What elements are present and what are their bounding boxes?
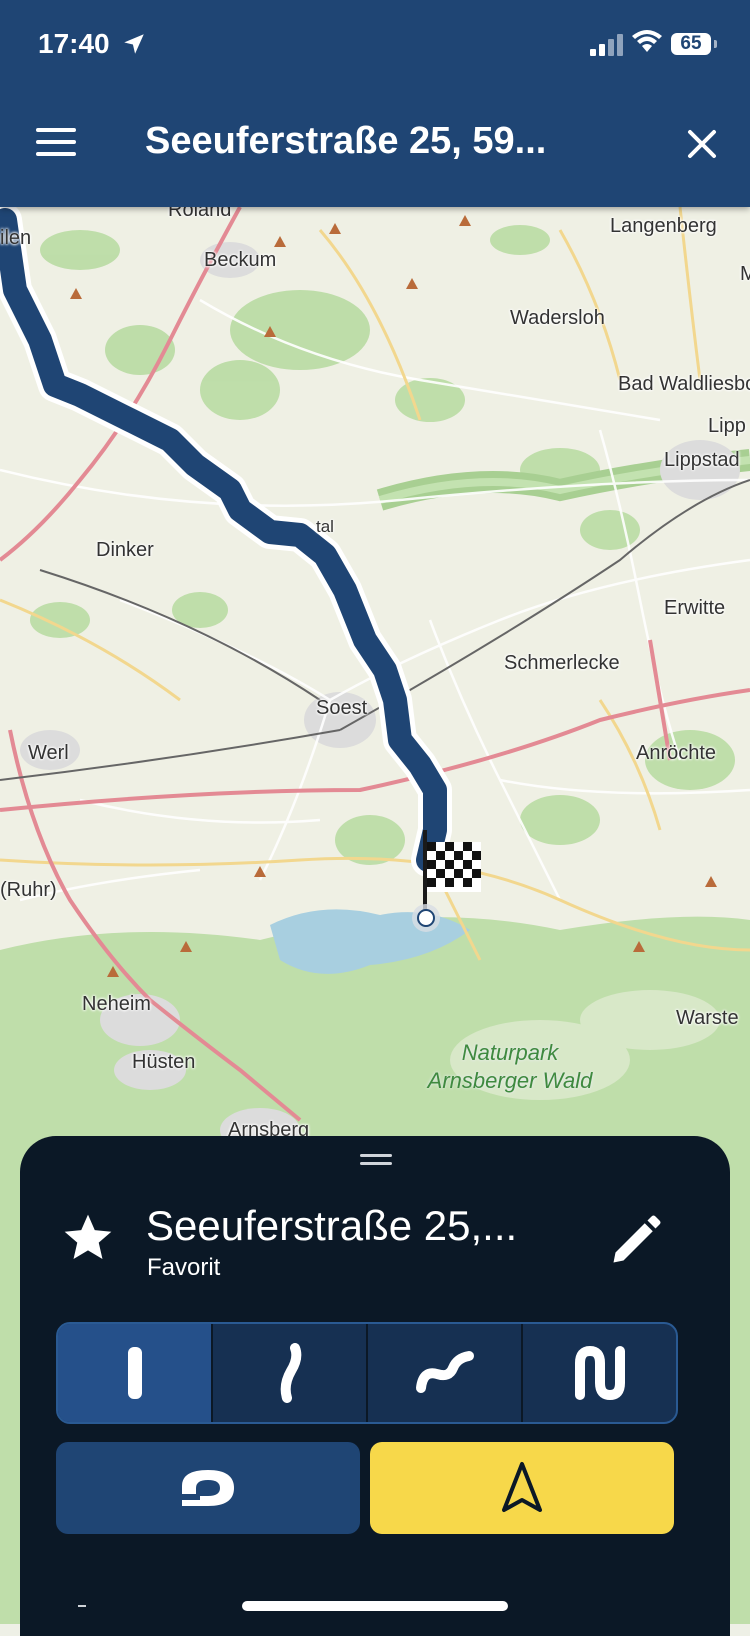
top-bar: 17:40 65 Seeuferstraße 25, 59... (0, 0, 750, 207)
place-label: Soest (316, 697, 368, 719)
place-label: M (740, 263, 750, 285)
menu-button[interactable] (36, 128, 76, 158)
place-label: Hüsten (132, 1051, 196, 1073)
pencil-icon[interactable] (606, 1210, 666, 1270)
very-curvy-road-icon (574, 1346, 625, 1400)
start-navigation-button[interactable] (370, 1442, 674, 1534)
curviness-option-slight[interactable] (213, 1324, 368, 1422)
location-arrow-icon (124, 34, 144, 54)
place-label: ilen (0, 227, 32, 249)
curviness-option-straight[interactable] (58, 1324, 213, 1422)
place-label: Werl (28, 742, 69, 764)
sheet-grabber[interactable] (360, 1154, 392, 1166)
place-label: Lippstad (664, 449, 740, 471)
destination-title: Seeuferstraße 25,... (146, 1202, 518, 1249)
place-label: Wadersloh (510, 307, 605, 329)
sheet-indicator (78, 1605, 86, 1607)
place-label: Dinker (96, 539, 154, 561)
page-title: Seeuferstraße 25, 59... (145, 120, 547, 162)
destination-subtitle: Favorit (147, 1254, 221, 1281)
slight-curve-icon (280, 1343, 301, 1403)
place-label: (Ruhr) (0, 879, 57, 901)
place-label: Schmerlecke (504, 652, 620, 674)
straight-road-icon (127, 1347, 142, 1399)
place-label: Beckum (204, 249, 277, 271)
cellular-signal-icon (590, 34, 623, 56)
home-indicator[interactable] (242, 1601, 508, 1611)
place-label: Roland (168, 207, 232, 221)
route-planner-icon (182, 1470, 234, 1506)
place-label: Erwitte (664, 597, 726, 619)
place-label: Lipp (708, 415, 746, 437)
place-label: Neheim (82, 993, 151, 1015)
wifi-icon (632, 30, 662, 52)
curviness-option-curvy[interactable] (368, 1324, 523, 1422)
place-label: Langenberg (610, 215, 717, 237)
curviness-option-very-curvy[interactable] (523, 1324, 676, 1422)
bottom-sheet: Seeuferstraße 25,... Favorit (20, 1136, 730, 1636)
place-label: tal (316, 517, 334, 536)
curviness-selector (56, 1322, 678, 1424)
park-label: Naturpark Arnsberger Wald (427, 1040, 593, 1093)
close-icon[interactable] (682, 124, 722, 164)
status-time: 17:40 (38, 28, 110, 59)
place-label: Bad Waldliesbo (618, 373, 750, 395)
curvy-road-icon (415, 1351, 474, 1393)
battery-indicator: 65 (671, 33, 717, 55)
route-planner-button[interactable] (56, 1442, 360, 1534)
place-label: Anröchte (636, 742, 717, 764)
place-label: Warste (676, 1007, 739, 1029)
star-icon[interactable] (60, 1210, 116, 1266)
navigation-arrow-icon (502, 1462, 542, 1512)
